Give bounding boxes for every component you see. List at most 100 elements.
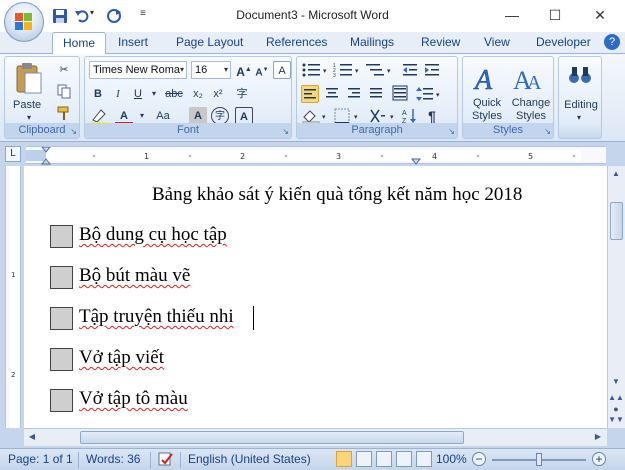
vertical-scroll-thumb[interactable] — [610, 202, 623, 240]
font-launcher-icon[interactable]: ↘ — [282, 127, 289, 136]
superscript-button[interactable]: x² — [209, 85, 227, 103]
horizontal-scrollbar[interactable]: ◀ ▶ — [24, 428, 607, 446]
align-left-icon[interactable] — [301, 85, 319, 103]
svg-text:A: A — [527, 72, 542, 94]
document-page[interactable]: Bảng khảo sát ý kiến quà tổng kết năm họ… — [24, 166, 607, 428]
maximize-button[interactable]: ☐ — [540, 4, 570, 26]
grow-font-icon[interactable]: A▲ — [235, 61, 253, 79]
scroll-up-icon[interactable]: ▲ — [608, 166, 624, 182]
checkbox[interactable] — [50, 307, 73, 330]
clipboard-label: Clipboard — [5, 123, 79, 138]
line-spacing-icon[interactable]: ▾ — [415, 85, 443, 103]
multilevel-list-icon[interactable]: ▾ — [365, 61, 393, 79]
tab-selector-button[interactable]: L — [5, 146, 21, 162]
font-size-select[interactable]: 16 ▾ — [191, 61, 231, 79]
zoom-out-icon[interactable]: − — [472, 452, 486, 466]
language-indicator[interactable]: English (United States) — [188, 452, 311, 466]
tab-developer[interactable]: Developer — [536, 35, 591, 49]
font-label: Font — [85, 123, 291, 138]
tab-view[interactable]: View — [484, 35, 510, 49]
tab-insert[interactable]: Insert — [118, 35, 148, 49]
ribbon: Paste ▾ ✂ Clipboard ↘ Times New Roma ▾ 16… — [0, 54, 625, 142]
clipboard-launcher-icon[interactable]: ↘ — [70, 127, 77, 136]
svg-text:▾: ▾ — [322, 114, 326, 121]
underline-dropdown-icon[interactable]: ▾ — [145, 85, 163, 103]
word-count[interactable]: Words: 36 — [86, 452, 140, 466]
checkbox[interactable] — [50, 389, 73, 412]
scroll-down-icon[interactable]: ▼ — [608, 374, 624, 390]
italic-button[interactable]: I — [109, 85, 127, 103]
office-button[interactable] — [4, 2, 44, 42]
editing-group[interactable]: Editing ▾ — [558, 56, 602, 139]
clipboard-group: Paste ▾ ✂ Clipboard ↘ — [4, 56, 80, 139]
editing-dropdown-icon[interactable]: ▾ — [577, 113, 581, 122]
list-item-text: Bộ dung cụ học tập — [79, 224, 227, 245]
quick-styles-icon[interactable]: A — [469, 61, 505, 97]
format-painter-icon[interactable] — [55, 105, 73, 123]
subscript-button[interactable]: x₂ — [189, 85, 207, 103]
minimize-button[interactable]: — — [497, 4, 527, 26]
web-layout-icon[interactable] — [376, 451, 392, 467]
paste-icon[interactable] — [11, 61, 45, 95]
paste-button[interactable]: Paste — [13, 99, 41, 111]
styles-label: Styles — [463, 123, 553, 138]
zoom-slider-thumb[interactable] — [536, 453, 542, 466]
vertical-scrollbar[interactable]: ▲ ▼ ▲▲ ● ▼▼ — [607, 166, 625, 428]
next-page-icon[interactable]: ▼▼ — [608, 412, 624, 428]
page-count[interactable]: Page: 1 of 1 — [8, 452, 73, 466]
justify-icon[interactable] — [367, 85, 385, 103]
tab-references[interactable]: References — [266, 35, 327, 49]
paragraph-group: ▾ 1 2 3 ▾ ▾ ▾ ▾ ▾ ▾ A Z ¶ Paragraph ↘ — [296, 56, 458, 139]
proofing-icon[interactable] — [157, 451, 175, 470]
copy-icon[interactable] — [55, 83, 73, 101]
outline-icon[interactable] — [396, 451, 412, 467]
cut-icon[interactable]: ✂ — [55, 61, 73, 79]
bold-button[interactable]: B — [89, 85, 107, 103]
styles-group: A Quick Styles AA Change Styles Styles ↘ — [462, 56, 554, 139]
editing-button[interactable]: Editing — [559, 99, 603, 111]
print-layout-icon[interactable] — [336, 451, 352, 467]
numbering-icon[interactable]: 1 2 3 ▾ — [333, 61, 361, 79]
font-group: Times New Roma ▾ 16 ▾ A▲ A▼ A B I U ▾ abc … — [84, 56, 292, 139]
horizontal-ruler[interactable]: 1 2 3 4 5 — [26, 146, 606, 165]
tab-home[interactable]: Home — [52, 32, 107, 55]
vertical-ruler[interactable]: 1 2 — [5, 166, 21, 428]
checkbox[interactable] — [50, 266, 73, 289]
change-styles-icon[interactable]: AA — [511, 61, 547, 95]
svg-text:▾: ▾ — [355, 68, 359, 75]
zoom-in-icon[interactable]: + — [592, 452, 606, 466]
tab-mailings[interactable]: Mailings — [350, 35, 394, 49]
enclose-characters-icon[interactable]: 字 — [233, 85, 251, 103]
full-screen-reading-icon[interactable] — [356, 451, 372, 467]
paste-dropdown-icon[interactable]: ▾ — [27, 113, 31, 122]
close-button[interactable]: ✕ — [585, 4, 615, 26]
svg-text:A: A — [402, 110, 407, 117]
checkbox[interactable] — [50, 348, 73, 371]
font-name-select[interactable]: Times New Roma ▾ — [89, 61, 187, 79]
align-center-icon[interactable] — [323, 85, 341, 103]
tab-review[interactable]: Review — [421, 35, 460, 49]
zoom-level[interactable]: 100% — [436, 452, 467, 466]
horizontal-scroll-thumb[interactable] — [80, 431, 464, 444]
help-icon[interactable]: ? — [604, 34, 620, 50]
styles-launcher-icon[interactable]: ↘ — [544, 127, 551, 136]
clear-formatting-icon[interactable]: A — [273, 61, 291, 79]
strikethrough-button[interactable]: abc — [163, 85, 185, 103]
svg-text:1: 1 — [11, 271, 15, 279]
align-right-icon[interactable] — [345, 85, 363, 103]
draft-icon[interactable] — [416, 451, 432, 467]
increase-indent-icon[interactable] — [423, 61, 441, 79]
scroll-right-icon[interactable]: ▶ — [590, 429, 606, 445]
checkbox[interactable] — [50, 225, 73, 248]
distributed-icon[interactable] — [391, 85, 409, 103]
paragraph-launcher-icon[interactable]: ↘ — [448, 127, 455, 136]
quick-styles-button[interactable]: Quick Styles — [467, 97, 507, 123]
document-heading: Bảng khảo sát ý kiến quà tổng kết năm họ… — [152, 184, 523, 205]
scroll-left-icon[interactable]: ◀ — [24, 429, 40, 445]
change-styles-button[interactable]: Change Styles — [507, 97, 555, 123]
decrease-indent-icon[interactable] — [401, 61, 419, 79]
tab-page-layout[interactable]: Page Layout — [176, 35, 243, 49]
bullets-icon[interactable]: ▾ — [301, 61, 329, 79]
svg-text:▾: ▾ — [323, 68, 327, 75]
shrink-font-icon[interactable]: A▼ — [253, 61, 271, 79]
